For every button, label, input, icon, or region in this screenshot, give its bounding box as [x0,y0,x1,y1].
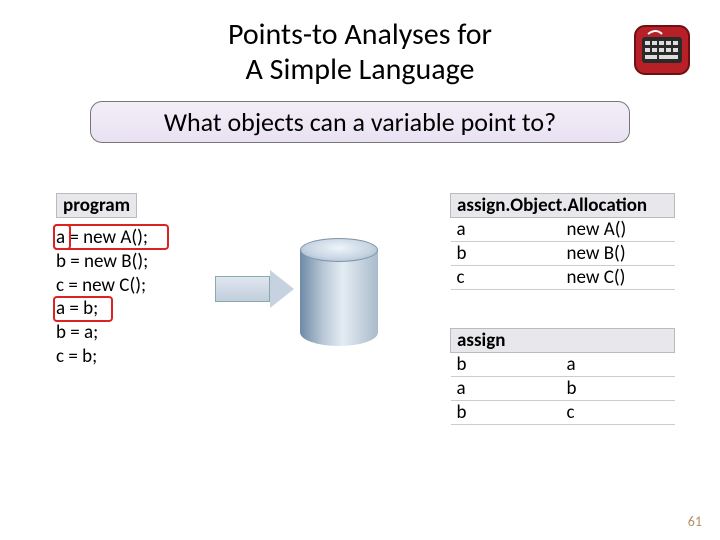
code-line: a = b; [56,297,148,321]
table-row: ab [451,377,675,401]
table-row: ba [451,353,675,377]
code-line: c = b; [56,345,148,369]
code-line: a = new A(); [56,226,148,250]
question-callout: What objects can a variable point to? [90,101,630,143]
program-listing: a = new A(); b = new B(); c = new C(); a… [56,226,148,369]
code-line: b = new B(); [56,250,148,274]
slide-title: Points-to Analyses for A Simple Language [0,0,720,87]
title-line-2: A Simple Language [0,53,720,88]
keyboard-logo-icon [634,25,690,75]
question-text: What objects can a variable point to? [164,106,556,138]
code-line: c = new C(); [56,274,148,298]
table-row: anew A() [451,218,675,242]
content-area: program a = new A(); b = new B(); c = ne… [0,188,720,540]
allocation-table: assign.Object.Allocation anew A() bnew B… [450,193,675,290]
table-row: bnew B() [451,242,675,266]
table-row: bc [451,401,675,425]
program-label: program [56,193,137,218]
code-line: b = a; [56,321,148,345]
assign-header: assign [451,329,675,353]
page-number: 61 [688,513,702,530]
table-row: cnew C() [451,266,675,290]
alloc-header: assign.Object.Allocation [451,194,675,218]
assign-table: assign ba ab bc [450,328,675,425]
database-cylinder-icon [300,238,378,348]
title-line-1: Points-to Analyses for [0,18,720,53]
arrow-icon [215,276,270,302]
